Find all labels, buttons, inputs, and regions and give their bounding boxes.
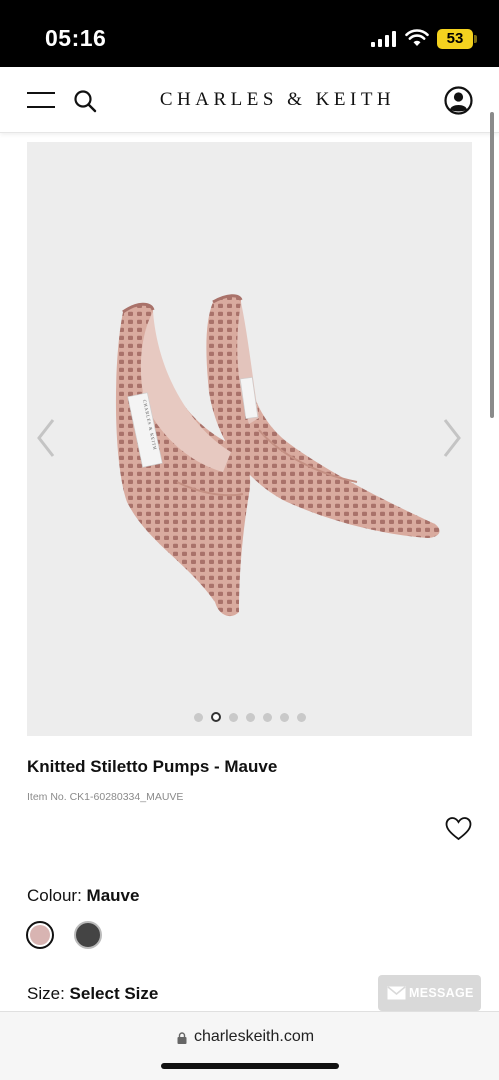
item-number: Item No. CK1-60280334_MAUVE bbox=[27, 791, 184, 803]
carousel-dot[interactable] bbox=[193, 713, 203, 722]
browser-address-bar[interactable]: charleskeith.com bbox=[0, 1011, 499, 1080]
swatch-dark[interactable] bbox=[74, 921, 102, 949]
menu-icon[interactable] bbox=[27, 91, 55, 109]
brand-logo[interactable]: CHARLES & KEITH bbox=[130, 89, 425, 111]
cellular-signal-icon bbox=[371, 31, 397, 47]
colour-label: Colour: bbox=[27, 886, 82, 905]
size-selector[interactable]: Size: Select Size bbox=[27, 984, 158, 1004]
status-time: 05:16 bbox=[45, 25, 107, 51]
carousel-dot[interactable] bbox=[245, 713, 255, 722]
scrollbar[interactable] bbox=[490, 112, 494, 418]
message-button[interactable]: MESSAGE bbox=[378, 975, 481, 1011]
size-value[interactable]: Select Size bbox=[70, 984, 159, 1003]
heart-icon[interactable] bbox=[445, 816, 472, 841]
product-image-carousel[interactable]: CHARLES & KEITH bbox=[27, 142, 472, 736]
battery-icon: 53 bbox=[437, 29, 473, 49]
search-icon[interactable] bbox=[73, 89, 97, 113]
site-header: CHARLES & KEITH bbox=[0, 67, 499, 133]
status-bar: 05:16 53 bbox=[0, 0, 499, 67]
carousel-dot[interactable] bbox=[262, 713, 272, 722]
account-icon[interactable] bbox=[444, 86, 473, 115]
size-label: Size: bbox=[27, 984, 65, 1003]
url-text[interactable]: charleskeith.com bbox=[194, 1028, 314, 1046]
message-label: MESSAGE bbox=[409, 986, 474, 1000]
product-photo: CHARLES & KEITH bbox=[115, 294, 440, 617]
carousel-next-arrow-icon[interactable] bbox=[439, 414, 465, 462]
carousel-dot[interactable] bbox=[279, 713, 289, 722]
lock-icon bbox=[177, 1032, 187, 1044]
product-title: Knitted Stiletto Pumps - Mauve bbox=[27, 757, 278, 776]
carousel-dot-active[interactable] bbox=[210, 712, 221, 722]
carousel-dots bbox=[27, 712, 472, 722]
colour-value: Mauve bbox=[86, 886, 140, 905]
wifi-icon bbox=[405, 29, 429, 46]
colour-selector-label: Colour: Mauve bbox=[27, 886, 139, 906]
carousel-prev-arrow-icon[interactable] bbox=[33, 414, 59, 462]
home-indicator[interactable] bbox=[161, 1063, 339, 1069]
carousel-dot[interactable] bbox=[296, 713, 306, 722]
battery-tip bbox=[474, 35, 477, 43]
carousel-dot[interactable] bbox=[228, 713, 238, 722]
swatch-mauve[interactable] bbox=[26, 921, 54, 949]
mail-icon bbox=[387, 986, 406, 1000]
